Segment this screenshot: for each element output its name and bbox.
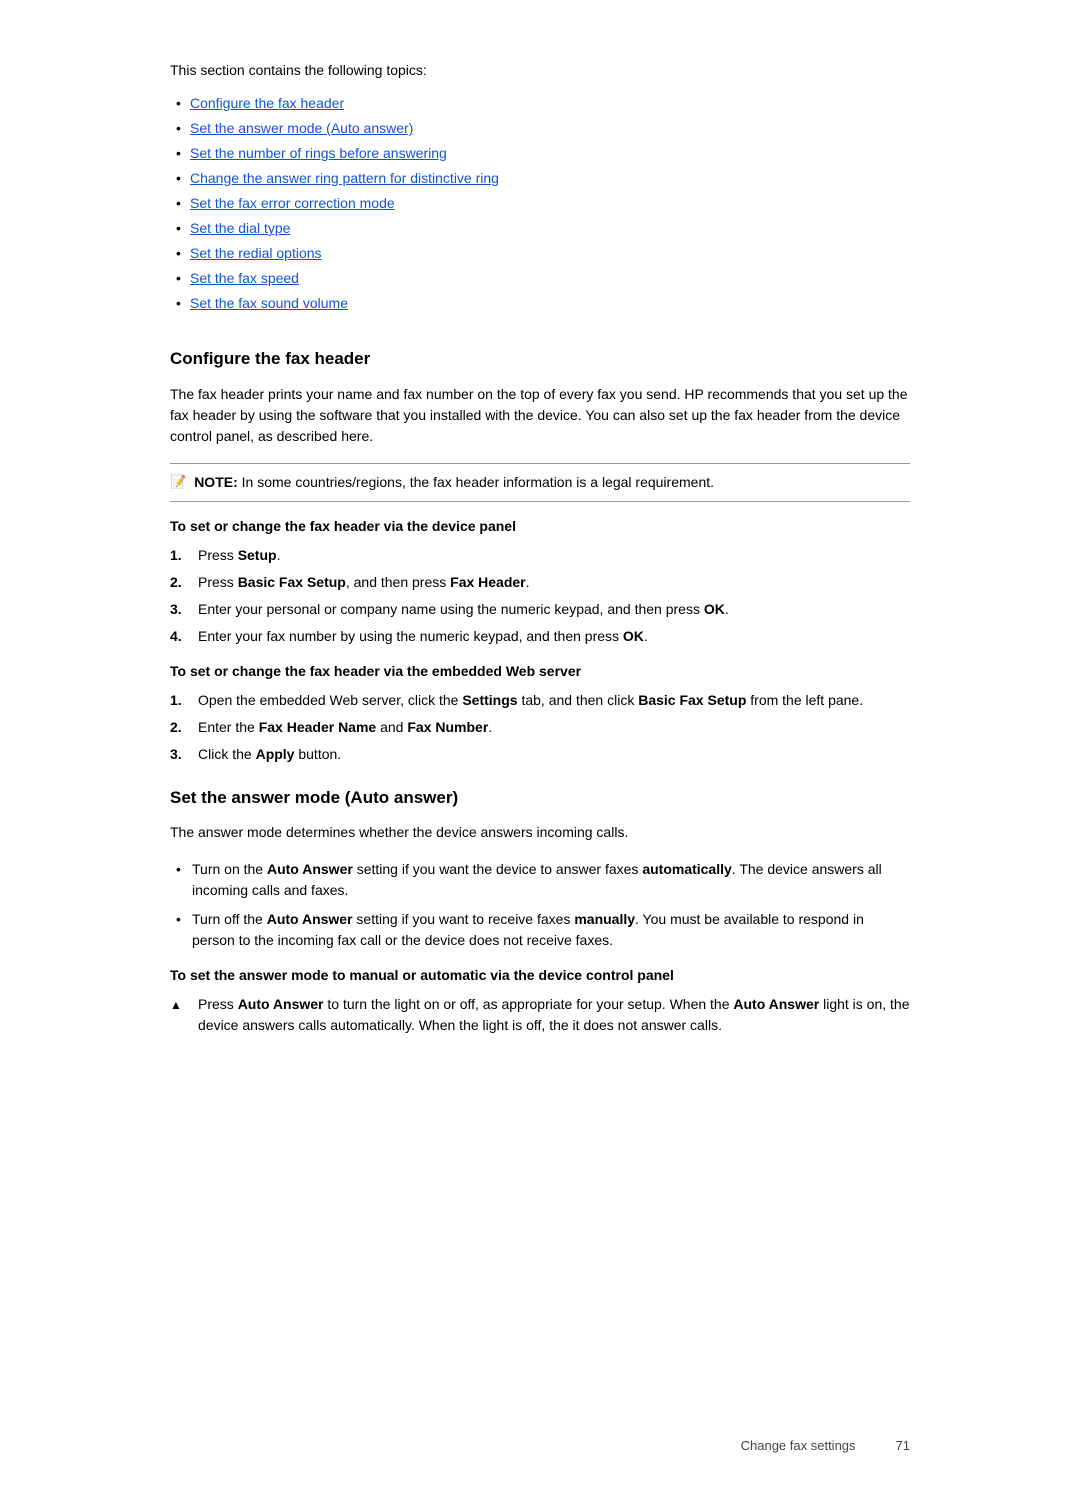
step2-2: 2.Enter the Fax Header Name and Fax Numb… <box>170 717 910 738</box>
toc-link-9[interactable]: Set the fax sound volume <box>190 295 348 311</box>
toc-item-4[interactable]: Change the answer ring pattern for disti… <box>170 166 910 191</box>
toc-item-6[interactable]: Set the dial type <box>170 216 910 241</box>
toc-item-7[interactable]: Set the redial options <box>170 241 910 266</box>
toc-link-5[interactable]: Set the fax error correction mode <box>190 195 395 211</box>
footer-label: Change fax settings <box>741 1436 856 1456</box>
page-footer: Change fax settings 71 <box>741 1436 910 1456</box>
toc-item-9[interactable]: Set the fax sound volume <box>170 291 910 316</box>
section1-heading: Configure the fax header <box>170 346 910 372</box>
toc-link-8[interactable]: Set the fax speed <box>190 270 299 286</box>
section2-subheading: To set the answer mode to manual or auto… <box>170 965 910 986</box>
section1-subheading1: To set or change the fax header via the … <box>170 516 910 537</box>
section2-heading: Set the answer mode (Auto answer) <box>170 785 910 811</box>
section1-subheading2: To set or change the fax header via the … <box>170 661 910 682</box>
toc-link-2[interactable]: Set the answer mode (Auto answer) <box>190 120 413 136</box>
toc-item-2[interactable]: Set the answer mode (Auto answer) <box>170 116 910 141</box>
note-icon: 📝 <box>170 472 186 492</box>
toc-item-1[interactable]: Configure the fax header <box>170 91 910 116</box>
step2-1: 1.Open the embedded Web server, click th… <box>170 690 910 711</box>
step1-1: 1.Press Setup. <box>170 545 910 566</box>
toc-link-7[interactable]: Set the redial options <box>190 245 322 261</box>
note-box: 📝 NOTE: In some countries/regions, the f… <box>170 463 910 502</box>
section2-bullets: Turn on the Auto Answer setting if you w… <box>170 859 910 951</box>
section1-steps1: 1.Press Setup. 2.Press Basic Fax Setup, … <box>170 545 910 647</box>
section2-warning-list: Press Auto Answer to turn the light on o… <box>170 994 910 1036</box>
section-configure-fax-header: Configure the fax header The fax header … <box>170 346 910 765</box>
toc-item-8[interactable]: Set the fax speed <box>170 266 910 291</box>
section1-body: The fax header prints your name and fax … <box>170 384 910 447</box>
step1-2: 2.Press Basic Fax Setup, and then press … <box>170 572 910 593</box>
intro-text: This section contains the following topi… <box>170 60 910 81</box>
toc-list: Configure the fax header Set the answer … <box>170 91 910 316</box>
toc-item-5[interactable]: Set the fax error correction mode <box>170 191 910 216</box>
bullet-2: Turn off the Auto Answer setting if you … <box>170 909 910 951</box>
section-set-answer-mode: Set the answer mode (Auto answer) The an… <box>170 785 910 1037</box>
warning-item-1: Press Auto Answer to turn the light on o… <box>170 994 910 1036</box>
step2-3: 3.Click the Apply button. <box>170 744 910 765</box>
toc-link-4[interactable]: Change the answer ring pattern for disti… <box>190 170 499 186</box>
section2-body: The answer mode determines whether the d… <box>170 822 910 843</box>
bullet-1: Turn on the Auto Answer setting if you w… <box>170 859 910 901</box>
toc-link-3[interactable]: Set the number of rings before answering <box>190 145 447 161</box>
section1-steps2: 1.Open the embedded Web server, click th… <box>170 690 910 765</box>
toc-link-1[interactable]: Configure the fax header <box>190 95 344 111</box>
page-number: 71 <box>896 1436 910 1456</box>
toc-link-6[interactable]: Set the dial type <box>190 220 290 236</box>
step1-3: 3.Enter your personal or company name us… <box>170 599 910 620</box>
note-text: NOTE: In some countries/regions, the fax… <box>194 472 714 493</box>
toc-item-3[interactable]: Set the number of rings before answering <box>170 141 910 166</box>
step1-4: 4.Enter your fax number by using the num… <box>170 626 910 647</box>
